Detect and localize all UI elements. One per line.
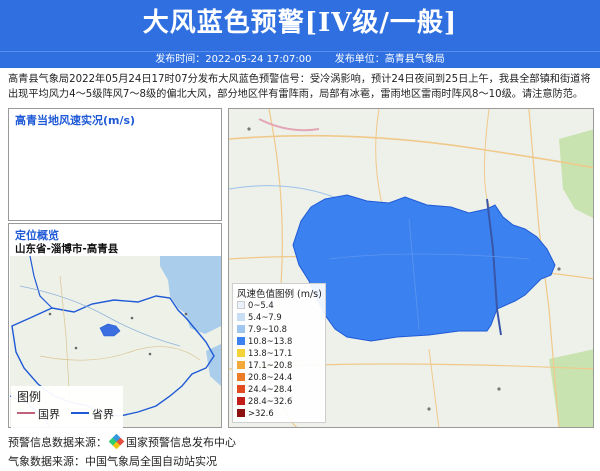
warning-meta-bar: 发布时间：2022-05-24 17:07:00 发布单位：高青县气象局 xyxy=(0,51,600,68)
nmc-logo-icon xyxy=(108,433,125,450)
swatch-icon xyxy=(237,313,245,321)
swatch-icon xyxy=(237,361,245,369)
warning-source: 国家预警信息发布中心 xyxy=(126,436,236,449)
location-legend-title: 图例 xyxy=(17,390,42,404)
legend-item: 10.8~13.8 xyxy=(237,336,292,347)
swatch-icon xyxy=(237,397,245,405)
swatch-icon xyxy=(237,301,245,309)
swatch-icon xyxy=(237,337,245,345)
legend-national-border: 国界 xyxy=(17,408,60,421)
legend-item: 24.4~28.4 xyxy=(237,384,292,395)
wind-speed-legend: 风速色值图例 (m/s) 0~5.4 5.4~7.9 7.9~10.8 10.8… xyxy=(232,283,326,423)
legend-item: 5.4~7.9 xyxy=(237,312,282,323)
weather-source-line: 气象数据来源：中国气象局全国自动站实况 xyxy=(8,453,217,469)
warning-source-line: 预警信息数据来源： 国家预警信息发布中心 xyxy=(8,433,236,450)
province-border-line-icon xyxy=(71,412,89,414)
legend-item: 13.8~17.1 xyxy=(237,348,292,359)
warning-header: 大风蓝色预警[IV级/一般] xyxy=(0,0,600,51)
legend-item: 17.1~20.8 xyxy=(237,360,292,371)
weather-source: 中国气象局全国自动站实况 xyxy=(85,455,217,468)
publish-time: 发布时间：2022-05-24 17:07:00 xyxy=(155,54,312,65)
publisher: 发布单位：高青县气象局 xyxy=(334,54,445,65)
location-legend: 图例 国界 省界 xyxy=(11,386,123,428)
legend-province-border: 省界 xyxy=(71,408,114,421)
legend-item: >32.6 xyxy=(237,408,274,419)
warning-title: 大风蓝色预警[IV级/一般] xyxy=(142,8,458,38)
swatch-icon xyxy=(237,409,245,417)
legend-item: 28.4~32.6 xyxy=(237,396,292,407)
swatch-icon xyxy=(237,325,245,333)
legend-item: 20.8~24.4 xyxy=(237,372,292,383)
wind-speed-panel-title: 高青当地风速实况(m/s) xyxy=(15,114,136,127)
legend-item: 0~5.4 xyxy=(237,300,274,311)
wind-speed-legend-title: 风速色值图例 (m/s) xyxy=(237,289,322,300)
legend-item: 7.9~10.8 xyxy=(237,324,287,335)
national-border-line-icon xyxy=(17,412,35,414)
swatch-icon xyxy=(237,385,245,393)
weather-source-label: 气象数据来源： xyxy=(8,455,85,468)
warning-source-label: 预警信息数据来源： xyxy=(8,436,107,449)
swatch-icon xyxy=(237,349,245,357)
location-path: 山东省-淄博市-高青县 xyxy=(15,243,119,255)
swatch-icon xyxy=(237,373,245,381)
wind-speed-panel: 高青当地风速实况(m/s) xyxy=(8,108,222,221)
warning-description: 高青县气象局2022年05月24日17时07分发布大风蓝色预警信号：受冷涡影响，… xyxy=(8,74,591,100)
